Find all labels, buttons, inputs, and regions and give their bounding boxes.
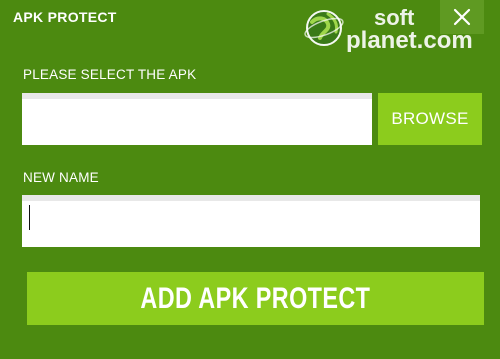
watermark-line1: soft (374, 5, 415, 30)
close-icon (453, 8, 471, 26)
select-apk-label: PLEASE SELECT THE APK (23, 67, 197, 82)
new-name-input[interactable] (22, 195, 480, 247)
apk-protect-window: APK PROTECT soft planet.com PLEASE SELEC… (0, 0, 500, 359)
browse-button[interactable]: BROWSE (378, 93, 482, 145)
apk-path-input[interactable] (22, 93, 372, 145)
window-title: APK PROTECT (13, 9, 117, 25)
add-apk-protect-label: ADD APK PROTECT (140, 281, 371, 315)
text-caret (29, 205, 30, 230)
add-apk-protect-button[interactable]: ADD APK PROTECT (27, 272, 484, 325)
new-name-label: NEW NAME (23, 170, 99, 185)
globe-icon (304, 10, 344, 46)
close-button[interactable] (440, 0, 484, 34)
